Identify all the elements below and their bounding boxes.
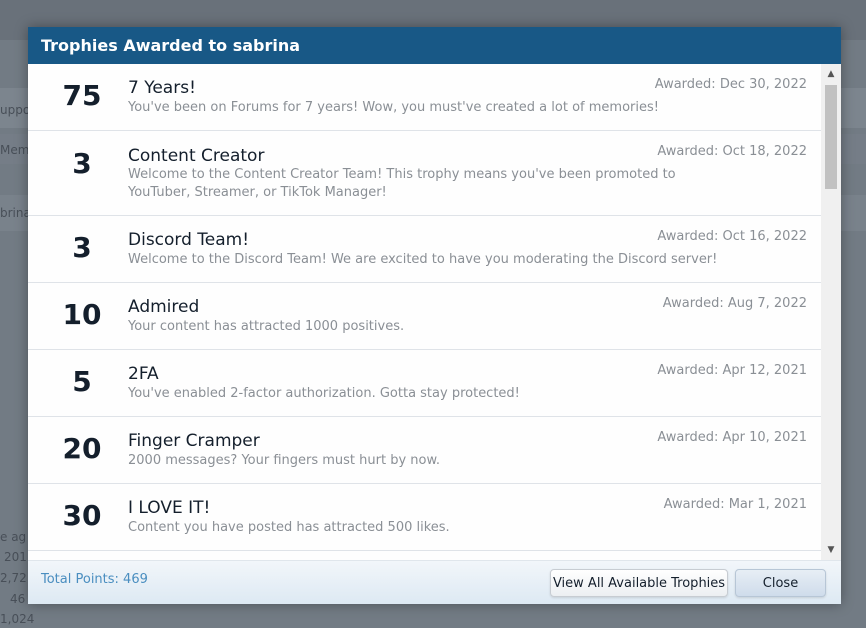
trophy-name: Discord Team! (128, 230, 250, 250)
trophy-awarded-date: Awarded: Dec 30, 2022 (654, 77, 807, 92)
trophy-name: I LOVE IT! (128, 498, 211, 518)
trophy-points: 3 (72, 147, 92, 180)
scroll-up-icon[interactable]: ▲ (821, 66, 841, 82)
trophy-row: 3 Discord Team! Welcome to the Discord T… (28, 216, 821, 283)
trophy-row: 3 Content Creator Welcome to the Content… (28, 131, 821, 216)
scrollbar-thumb[interactable] (825, 85, 837, 189)
trophy-name: 2FA (128, 364, 159, 384)
trophy-awarded-date: Awarded: Apr 10, 2021 (657, 430, 807, 445)
trophy-points: 5 (72, 365, 92, 398)
trophies-modal: Trophies Awarded to sabrina 75 7 Years! … (28, 27, 841, 604)
trophy-awarded-date: Awarded: Oct 16, 2022 (657, 229, 807, 244)
trophy-row: 20 Finger Cramper 2000 messages? Your fi… (28, 417, 821, 484)
trophy-name: Admired (128, 297, 200, 317)
trophy-description: Welcome to the Content Creator Team! Thi… (128, 167, 676, 200)
trophy-row: 30 I LOVE IT! Content you have posted ha… (28, 484, 821, 551)
view-all-trophies-button[interactable]: View All Available Trophies (550, 569, 728, 597)
trophy-list-container[interactable]: 75 7 Years! You've been on Forums for 7 … (28, 64, 841, 560)
modal-footer: Total Points: 469 View All Available Tro… (28, 560, 841, 604)
scroll-down-icon[interactable]: ▼ (821, 542, 841, 558)
trophy-points: 30 (62, 499, 102, 532)
trophy-points: 20 (62, 432, 102, 465)
trophy-points: 75 (62, 79, 102, 112)
trophy-row: 75 7 Years! You've been on Forums for 7 … (28, 64, 821, 131)
trophy-description: You've been on Forums for 7 years! Wow, … (128, 100, 659, 115)
trophy-description: 2000 messages? Your fingers must hurt by… (128, 453, 441, 468)
modal-title: Trophies Awarded to sabrina (41, 36, 301, 55)
trophy-awarded-date: Awarded: Mar 1, 2021 (663, 497, 807, 512)
trophy-name: 7 Years! (128, 78, 196, 98)
close-button[interactable]: Close (735, 569, 826, 597)
total-points: Total Points: 469 (41, 572, 148, 587)
trophy-description: Content you have posted has attracted 50… (128, 520, 450, 535)
vertical-scrollbar[interactable]: ▲ ▼ (821, 64, 841, 560)
trophy-description: Welcome to the Discord Team! We are exci… (128, 252, 718, 267)
modal-header: Trophies Awarded to sabrina (28, 27, 841, 64)
trophy-name: Content Creator (128, 146, 265, 166)
trophy-points: 10 (62, 298, 102, 331)
trophy-row: 5 2FA You've enabled 2-factor authorizat… (28, 350, 821, 417)
trophy-awarded-date: Awarded: Oct 18, 2022 (657, 144, 807, 159)
trophy-row: 10 Admired Your content has attracted 10… (28, 283, 821, 350)
trophy-awarded-date: Awarded: Apr 12, 2021 (657, 363, 807, 378)
trophy-description: You've enabled 2-factor authorization. G… (128, 386, 520, 401)
trophy-list: 75 7 Years! You've been on Forums for 7 … (28, 64, 821, 551)
trophy-description: Your content has attracted 1000 positive… (128, 319, 405, 334)
trophy-awarded-date: Awarded: Aug 7, 2022 (662, 296, 807, 311)
trophy-name: Finger Cramper (128, 431, 260, 451)
trophy-points: 3 (72, 231, 92, 264)
